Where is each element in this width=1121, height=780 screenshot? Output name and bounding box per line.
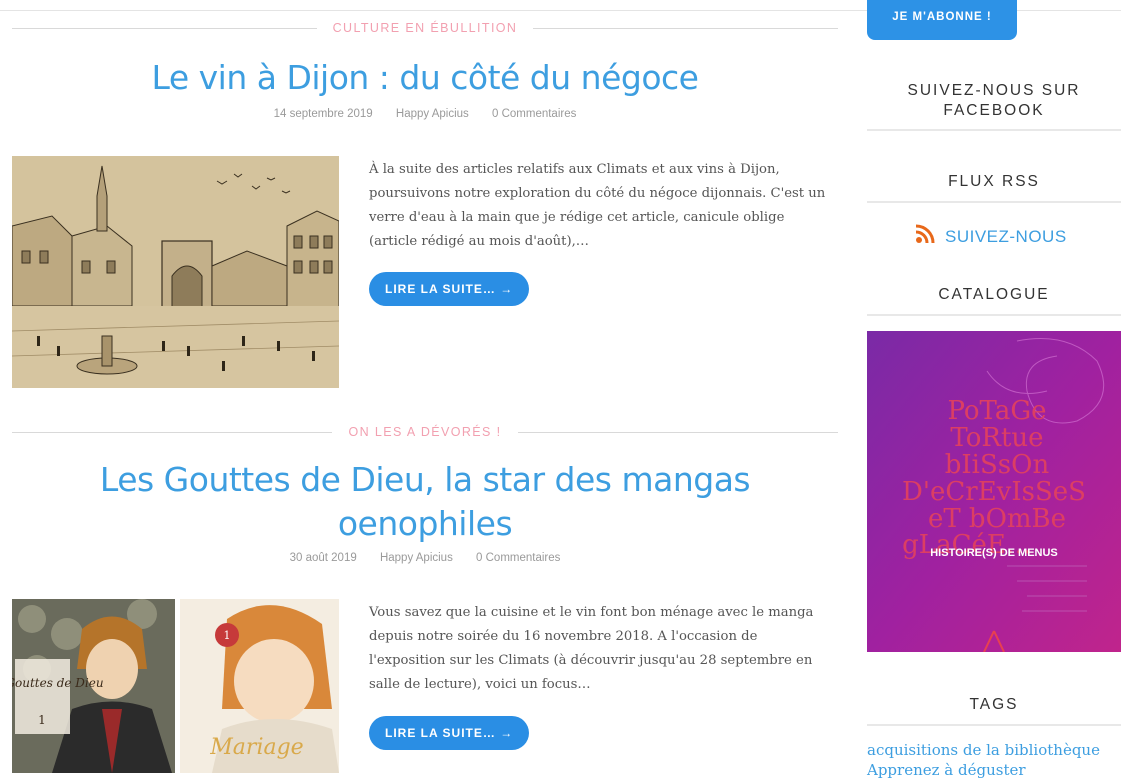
tag-link[interactable]: acquisitions de la bibliothèque (867, 740, 1121, 760)
catalogue-cover[interactable]: PoTaGe ToRtue bIiSsOn D'eCrEvIsSeS eT bO… (867, 331, 1121, 652)
rss-follow-link[interactable]: SUIVEZ-NOUS (915, 224, 1067, 249)
cover-title: Les Gouttes de Dieu (12, 676, 104, 690)
post-title[interactable]: Les Gouttes de Dieu, la star des mangas … (12, 458, 838, 546)
post-thumbnail[interactable]: Les Gouttes de Dieu 1 1 Mariage (12, 599, 339, 773)
widget-divider (867, 724, 1121, 726)
post-author[interactable]: Happy Apicius (380, 552, 453, 564)
category-row: ON LES A DÉVORÉS ! (12, 422, 838, 442)
category-link[interactable]: ON LES A DÉVORÉS ! (332, 422, 518, 442)
post-excerpt: Vous savez que la cuisine et le vin font… (369, 605, 814, 692)
cover-volume: 1 (38, 713, 46, 727)
post-comments[interactable]: 0 Commentaires (492, 108, 576, 120)
cover-title: Mariage (209, 735, 303, 760)
post-date[interactable]: 30 août 2019 (290, 552, 357, 564)
sketch-image (12, 156, 339, 388)
category-link[interactable]: CULTURE EN ÉBULLITION (316, 18, 534, 38)
post-author[interactable]: Happy Apicius (396, 108, 469, 120)
read-more-button[interactable]: LIRE LA SUITE… → (369, 716, 530, 750)
catalogue-cover-image: PoTaGe ToRtue bIiSsOn D'eCrEvIsSeS eT bO… (867, 331, 1121, 652)
catalogue-widget-title: CATALOGUE (938, 286, 1050, 303)
widget-divider (867, 201, 1121, 203)
tags-widget-title: TAGS (969, 696, 1019, 713)
cover-script-line: PoTaGe (947, 396, 1046, 426)
cover-script-line: ToRtue (950, 423, 1043, 453)
category-row: CULTURE EN ÉBULLITION (12, 18, 838, 38)
post-comments[interactable]: 0 Commentaires (476, 552, 560, 564)
tag-cloud: acquisitions de la bibliothèque Apprenez… (867, 740, 1121, 780)
facebook-widget-title: SUIVEZ-NOUS SUR FACEBOOK (907, 82, 1081, 119)
cover-script-line: bIiSsOn (945, 450, 1050, 480)
tag-link[interactable]: Apprenez à déguster (867, 760, 1121, 780)
manga-covers-image: Les Gouttes de Dieu 1 1 Mariage (12, 599, 339, 773)
post-title[interactable]: Le vin à Dijon : du côté du négoce (12, 56, 838, 100)
post-date[interactable]: 14 septembre 2019 (274, 108, 373, 120)
post-thumbnail[interactable] (12, 156, 339, 388)
post-card: ON LES A DÉVORÉS ! Les Gouttes de Dieu, … (12, 422, 838, 564)
cover-script-line: D'eCrEvIsSeS (902, 477, 1086, 507)
widget-divider (867, 314, 1121, 316)
rss-link-label[interactable]: SUIVEZ-NOUS (945, 227, 1067, 247)
subscribe-button[interactable]: JE M'ABONNE ! (867, 0, 1017, 40)
post-card: CULTURE EN ÉBULLITION Le vin à Dijon : d… (12, 18, 838, 120)
rss-icon (915, 224, 935, 249)
cover-volume: 1 (224, 629, 231, 642)
post-excerpt: À la suite des articles relatifs aux Cli… (369, 162, 826, 249)
cover-title: HISTOIRE(S) DE MENUS (930, 547, 1058, 559)
widget-divider (867, 129, 1121, 131)
rss-widget-title: FLUX RSS (948, 173, 1040, 190)
post-meta: 30 août 2019 Happy Apicius 0 Commentaire… (12, 552, 838, 564)
post-meta: 14 septembre 2019 Happy Apicius 0 Commen… (12, 108, 838, 120)
read-more-button[interactable]: LIRE LA SUITE… → (369, 272, 530, 306)
